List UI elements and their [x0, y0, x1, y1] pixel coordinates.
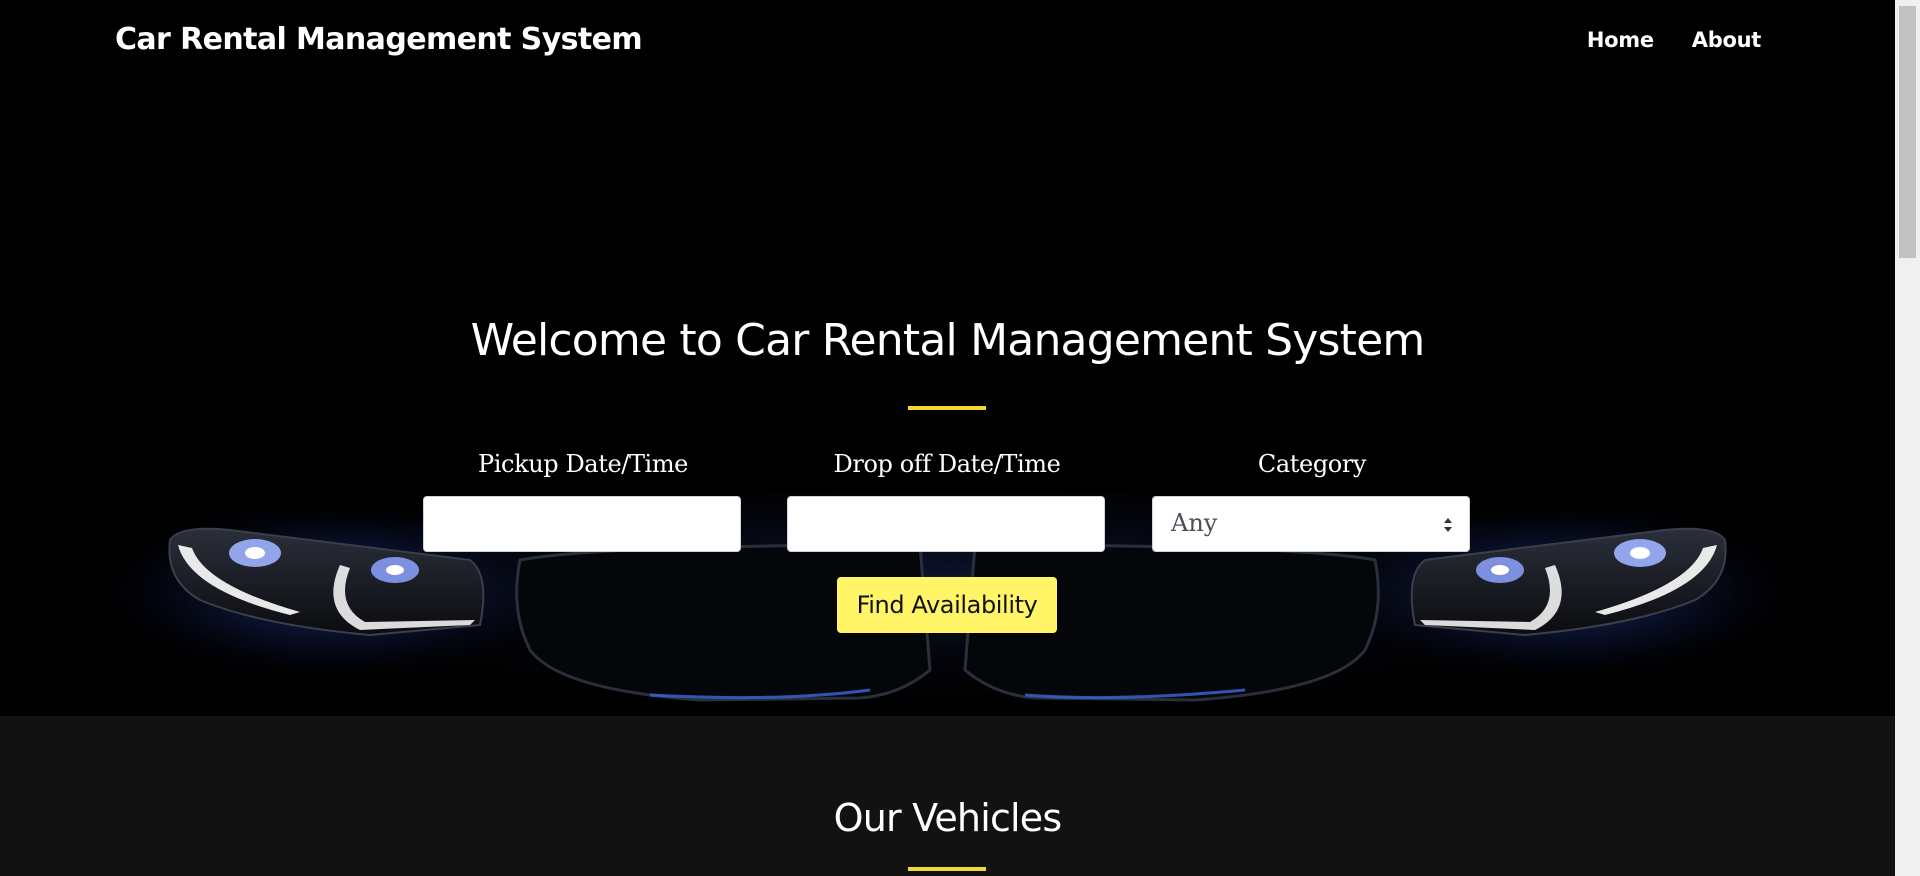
page: Car Rental Management System Home About … [0, 0, 1895, 876]
vehicles-section-title: Our Vehicles [833, 796, 1063, 840]
vehicles-section: Our Vehicles [0, 716, 1895, 876]
hero-title: Welcome to Car Rental Management System [470, 315, 1426, 366]
select-arrows-icon [1444, 518, 1452, 532]
find-availability-button[interactable]: Find Availability [837, 577, 1057, 633]
category-group: Category Any [1152, 448, 1472, 552]
dropoff-group: Drop off Date/Time [787, 448, 1107, 552]
category-label: Category [1257, 450, 1367, 478]
vertical-scrollbar[interactable] [1895, 0, 1920, 876]
pickup-group: Pickup Date/Time [423, 448, 743, 552]
vehicles-divider [908, 867, 986, 871]
dropoff-datetime-input[interactable] [787, 496, 1105, 552]
dropoff-label: Drop off Date/Time [833, 450, 1061, 478]
pickup-datetime-input[interactable] [423, 496, 741, 552]
title-divider [908, 406, 986, 410]
nav-link-home[interactable]: Home [1568, 28, 1673, 52]
hero-section: Car Rental Management System Home About … [0, 0, 1895, 716]
pickup-label: Pickup Date/Time [478, 450, 688, 478]
category-selected-value: Any [1171, 509, 1218, 537]
category-select[interactable]: Any [1152, 496, 1470, 552]
scrollbar-thumb[interactable] [1899, 6, 1916, 258]
navbar: Car Rental Management System Home About [0, 0, 1895, 84]
brand-link[interactable]: Car Rental Management System [115, 22, 643, 57]
nav-link-about[interactable]: About [1673, 28, 1780, 52]
nav-links: Home About [1568, 28, 1780, 52]
